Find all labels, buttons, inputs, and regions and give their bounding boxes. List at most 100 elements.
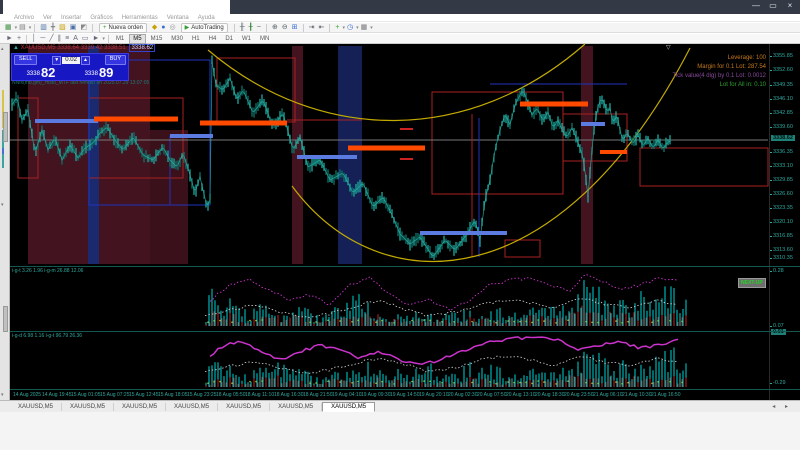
terminal-icon[interactable]: ▣	[70, 24, 77, 32]
navigator-icon[interactable]: ▨	[59, 24, 66, 32]
price-tick: 3346.10	[773, 96, 793, 102]
collapsed-panel-strip[interactable]: ▴ ▾ ▾	[0, 44, 10, 412]
shapes-icon[interactable]: ►	[92, 35, 99, 43]
dropdown-arrow-icon[interactable]: ▾	[102, 36, 105, 42]
candles-chart-icon[interactable]: ╂	[249, 24, 253, 32]
toolbar-separator	[92, 24, 93, 32]
line-chart-icon[interactable]: ~	[257, 24, 261, 32]
menu-item-ver[interactable]: Ver	[43, 15, 52, 21]
new-chart-icon[interactable]: ▦	[5, 24, 12, 32]
timeframe-mn[interactable]: MN	[256, 34, 273, 44]
chart-tab-0[interactable]: XAUUSD,M5	[10, 403, 62, 411]
chart-tab-6[interactable]: XAUUSD,M5	[322, 402, 375, 412]
dropdown-arrow-icon[interactable]: ▾	[29, 25, 32, 31]
menu-item-herramientas[interactable]: Herramientas	[122, 15, 158, 21]
menu-item-archivo[interactable]: Archivo	[14, 15, 34, 21]
timeframe-m5[interactable]: M5	[129, 34, 145, 44]
timeframe-d1[interactable]: D1	[221, 34, 237, 44]
indicators-icon[interactable]: +	[335, 24, 339, 32]
cursor-icon[interactable]: ►	[6, 35, 13, 43]
chart-tab-2[interactable]: XAUUSD,M5	[114, 403, 166, 411]
tile-windows-icon[interactable]: ⊞	[292, 24, 298, 32]
price-tick: 3349.35	[773, 82, 793, 88]
price-tick: 3316.85	[773, 233, 793, 239]
sell-button[interactable]: SELL	[14, 55, 37, 65]
time-label: 19 Aug 09:30	[361, 392, 390, 398]
buy-button[interactable]: BUY	[105, 55, 126, 65]
auto-scroll-icon[interactable]: ⇥	[309, 24, 315, 32]
bars-chart-icon[interactable]: ╫	[240, 24, 245, 32]
data-window-icon[interactable]: ╋	[51, 24, 55, 32]
dropdown-arrow-icon[interactable]: ▾	[370, 25, 373, 31]
periods-icon[interactable]: ◷	[347, 24, 353, 32]
buy-price[interactable]: 3338 89	[70, 65, 128, 80]
community-icon[interactable]: ●	[161, 24, 165, 32]
new-order-button[interactable]: +Nueva orden	[99, 23, 147, 33]
price-tick: 3333.10	[773, 163, 793, 169]
volume-down-button[interactable]: ▼	[52, 56, 61, 65]
time-label: 21 Aug 16:50	[651, 392, 680, 398]
menu-item-ventana[interactable]: Ventana	[167, 15, 189, 21]
trendline-icon[interactable]: ╱	[49, 35, 53, 43]
menu-item-gráficos[interactable]: Gráficos	[90, 15, 112, 21]
strategy-tester-icon[interactable]: ◩	[80, 24, 87, 32]
symbol-arrow-icon: ▲	[13, 45, 19, 51]
strip-collapse-icon-2[interactable]: ▾	[1, 392, 4, 398]
zoom-out-icon[interactable]: ⊖	[282, 24, 288, 32]
new-order-button-label: Nueva orden	[109, 25, 143, 31]
horizontal-line-icon[interactable]: ─	[40, 35, 45, 43]
zoom-in-icon[interactable]: ⊕	[272, 24, 278, 32]
sell-price-prefix: 3338	[27, 69, 40, 79]
time-label: 15 Aug 18:05	[158, 392, 187, 398]
tab-scroll-arrows[interactable]: ◂ ▸	[772, 403, 792, 410]
market-icon[interactable]: ◎	[170, 24, 176, 32]
new-order-button-icon: +	[103, 25, 107, 31]
chart-shift-icon[interactable]: ⇤	[318, 24, 324, 32]
dropdown-arrow-icon[interactable]: ▾	[342, 25, 345, 31]
close-button[interactable]: ×	[782, 1, 798, 10]
dropdown-arrow-icon[interactable]: ▾	[15, 25, 18, 31]
sell-price[interactable]: 3338 82	[12, 65, 70, 80]
timeframe-w1[interactable]: W1	[238, 34, 255, 44]
time-label: 20 Aug 23:50	[564, 392, 593, 398]
minimize-button[interactable]: —	[748, 1, 764, 10]
close-value: 3338.62	[129, 44, 155, 52]
strip-scroll-up-icon[interactable]: ▴	[1, 46, 4, 52]
indicator-tick: 0.28	[773, 268, 784, 274]
autotrading-button[interactable]: ▶AutoTrading	[181, 23, 228, 33]
profiles-icon[interactable]: ▤	[19, 24, 26, 32]
timeframe-m30[interactable]: M30	[167, 34, 187, 44]
market-watch-icon[interactable]: ▥	[40, 24, 47, 32]
menu-item-insertar[interactable]: Insertar	[61, 15, 81, 21]
crosshair-icon[interactable]: +	[17, 35, 21, 43]
templates-icon[interactable]: ▦	[361, 24, 368, 32]
vertical-line-icon[interactable]: │	[32, 35, 36, 43]
chart-canvas[interactable]	[10, 44, 800, 400]
timeframe-h1[interactable]: H1	[188, 34, 204, 44]
timeframe-m1[interactable]: M1	[112, 34, 128, 44]
arrow-objects-icon[interactable]: ▭	[82, 35, 89, 43]
chart-tab-3[interactable]: XAUUSD,M5	[166, 403, 218, 411]
fibonacci-icon[interactable]: ≡	[65, 35, 69, 43]
metaeditor-icon[interactable]: ◆	[152, 24, 157, 32]
time-label: 20 Aug 07:50	[477, 392, 506, 398]
chart-tab-bar: XAUUSD,M5XAUUSD,M5XAUUSD,M5XAUUSD,M5XAUU…	[0, 400, 800, 412]
menu-item-ayuda[interactable]: Ayuda	[198, 15, 215, 21]
chart-tab-4[interactable]: XAUUSD,M5	[218, 403, 270, 411]
dropdown-arrow-icon[interactable]: ▾	[356, 25, 359, 31]
strip-scrollbar-thumb[interactable]	[3, 112, 8, 142]
panel-separator[interactable]	[10, 266, 800, 267]
chart-tab-5[interactable]: XAUUSD,M5	[270, 403, 322, 411]
maximize-button[interactable]: ▭	[765, 1, 781, 10]
buy-price-prefix: 3338	[85, 69, 98, 79]
chart-tab-1[interactable]: XAUUSD,M5	[62, 403, 114, 411]
strip-collapse-icon[interactable]: ▾	[1, 202, 4, 208]
strip-scrollbar-thumb-2[interactable]	[3, 306, 8, 332]
channel-icon[interactable]: ∥	[58, 35, 62, 43]
text-label-icon[interactable]: A	[73, 35, 78, 43]
panel-separator[interactable]	[10, 331, 800, 332]
timeframe-h4[interactable]: H4	[205, 34, 221, 44]
timeframe-m15[interactable]: M15	[147, 34, 167, 44]
volume-input[interactable]: 0.02	[62, 57, 80, 64]
volume-up-button[interactable]: ▲	[81, 56, 90, 65]
